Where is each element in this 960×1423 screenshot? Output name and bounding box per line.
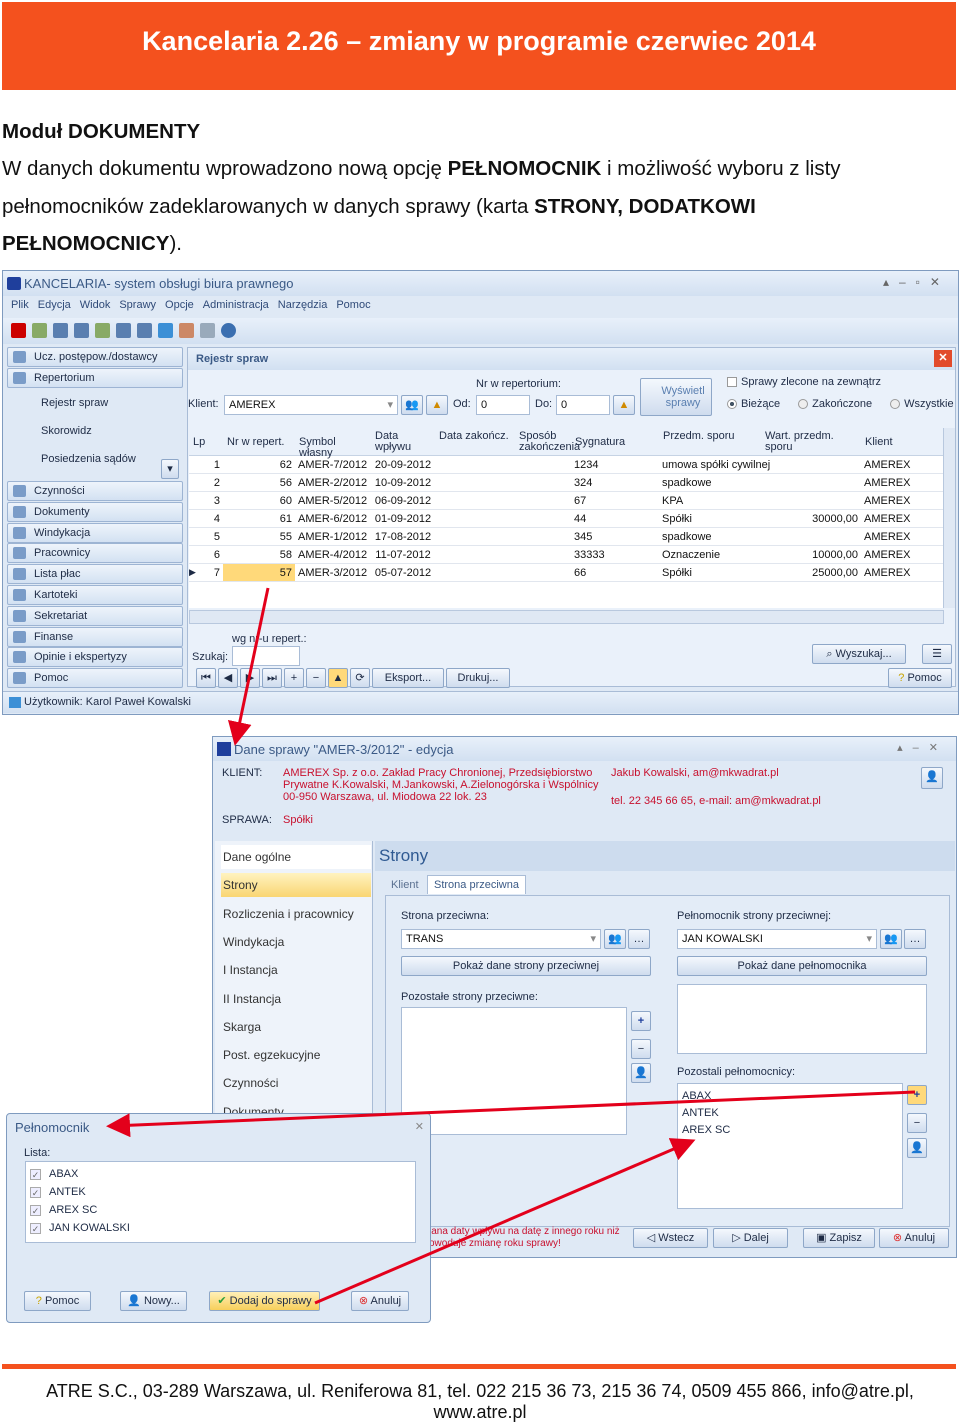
arrow-to-dialog — [106, 1090, 916, 1138]
arrow-to-attorney-list — [314, 1138, 696, 1305]
footer-text: ATRE S.C., 03-289 Warszawa, ul. Renifero… — [46, 1381, 914, 1422]
footer-rule — [2, 1364, 956, 1369]
arrow-to-edit-window — [227, 587, 270, 746]
annotation-arrows — [106, 587, 916, 1305]
